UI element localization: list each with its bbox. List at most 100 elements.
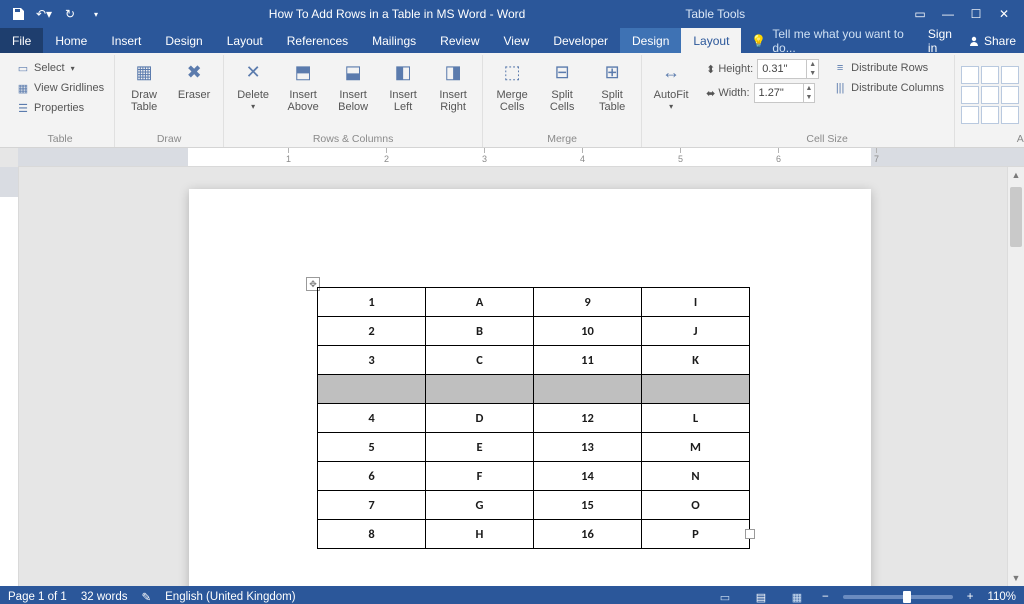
table-cell[interactable]: 13 (534, 433, 642, 462)
tab-design[interactable]: Design (153, 28, 214, 53)
table-cell[interactable]: E (426, 433, 534, 462)
align-bottom-left[interactable] (961, 106, 979, 124)
scroll-down-icon[interactable]: ▼ (1008, 570, 1024, 586)
table-cell[interactable]: F (426, 462, 534, 491)
qat-customize-icon[interactable]: ▾ (86, 4, 106, 24)
table-cell[interactable]: 3 (318, 346, 426, 375)
status-language[interactable]: English (United Kingdom) (165, 591, 295, 603)
table-cell[interactable]: L (642, 404, 750, 433)
minimize-icon[interactable]: — (940, 7, 956, 21)
tab-insert[interactable]: Insert (99, 28, 153, 53)
select-button[interactable]: ▭Select▾ (12, 59, 108, 77)
save-icon[interactable] (8, 4, 28, 24)
scrollbar-thumb[interactable] (1010, 187, 1022, 247)
table-cell[interactable]: B (426, 317, 534, 346)
tab-table-layout[interactable]: Layout (681, 28, 741, 53)
tab-file[interactable]: File (0, 28, 43, 53)
zoom-slider[interactable] (843, 595, 953, 599)
vertical-ruler[interactable] (0, 167, 19, 586)
insert-left-button[interactable]: ◧Insert Left (380, 57, 426, 115)
autofit-button[interactable]: ↔AutoFit▾ (648, 57, 694, 114)
table-cell[interactable]: A (426, 288, 534, 317)
align-top-left[interactable] (961, 66, 979, 84)
table-cell[interactable]: C (426, 346, 534, 375)
tell-me-search[interactable]: 💡 Tell me what you want to do... (741, 28, 928, 53)
table-cell[interactable] (318, 375, 426, 404)
tab-mailings[interactable]: Mailings (360, 28, 428, 53)
align-middle-right[interactable] (1001, 86, 1019, 104)
sign-in-link[interactable]: Sign in (928, 27, 958, 55)
table-cell[interactable]: D (426, 404, 534, 433)
table-row[interactable]: 7G15O (318, 491, 750, 520)
maximize-icon[interactable]: ☐ (968, 7, 984, 21)
table-cell[interactable]: 1 (318, 288, 426, 317)
table-row[interactable]: 8H16P (318, 520, 750, 549)
align-bottom-center[interactable] (981, 106, 999, 124)
distribute-columns-button[interactable]: |||Distribute Columns (829, 79, 948, 97)
tab-view[interactable]: View (492, 28, 542, 53)
table-cell[interactable]: 15 (534, 491, 642, 520)
tab-references[interactable]: References (275, 28, 360, 53)
status-page[interactable]: Page 1 of 1 (8, 591, 67, 603)
properties-button[interactable]: ☰Properties (12, 99, 108, 117)
align-middle-left[interactable] (961, 86, 979, 104)
align-bottom-right[interactable] (1001, 106, 1019, 124)
table-cell[interactable]: 8 (318, 520, 426, 549)
table-row[interactable]: 6F14N (318, 462, 750, 491)
insert-above-button[interactable]: ⬒Insert Above (280, 57, 326, 115)
horizontal-ruler[interactable]: 1234567 (18, 148, 1024, 167)
split-table-button[interactable]: ⊞Split Table (589, 57, 635, 115)
status-words[interactable]: 32 words (81, 591, 128, 603)
table-row[interactable]: 2B10J (318, 317, 750, 346)
table-cell[interactable]: 5 (318, 433, 426, 462)
spinner-arrows-icon[interactable]: ▲▼ (806, 60, 818, 78)
insert-right-button[interactable]: ◨Insert Right (430, 57, 476, 115)
table-row[interactable]: 3C11K (318, 346, 750, 375)
zoom-out-icon[interactable]: − (822, 591, 829, 603)
tab-developer[interactable]: Developer (541, 28, 620, 53)
table-cell[interactable]: 16 (534, 520, 642, 549)
print-layout-icon[interactable]: ▤ (750, 589, 772, 604)
table-cell[interactable]: K (642, 346, 750, 375)
table-cell[interactable]: 4 (318, 404, 426, 433)
table-cell[interactable]: 9 (534, 288, 642, 317)
table-resize-handle-icon[interactable] (745, 529, 755, 539)
zoom-slider-knob[interactable] (903, 591, 911, 603)
tab-home[interactable]: Home (43, 28, 99, 53)
table-cell[interactable]: N (642, 462, 750, 491)
table-cell[interactable]: 6 (318, 462, 426, 491)
tab-layout[interactable]: Layout (215, 28, 275, 53)
close-icon[interactable]: ✕ (996, 7, 1012, 21)
table-cell[interactable]: J (642, 317, 750, 346)
view-gridlines-button[interactable]: ▦View Gridlines (12, 79, 108, 97)
vertical-scrollbar[interactable]: ▲ ▼ (1007, 167, 1024, 586)
eraser-button[interactable]: ✖Eraser (171, 57, 217, 103)
table-cell[interactable] (642, 375, 750, 404)
table-cell[interactable]: 2 (318, 317, 426, 346)
row-selection-handle[interactable] (739, 379, 746, 397)
table-cell[interactable]: I (642, 288, 750, 317)
scroll-up-icon[interactable]: ▲ (1008, 167, 1024, 183)
split-cells-button[interactable]: ⊟Split Cells (539, 57, 585, 115)
table-cell[interactable]: G (426, 491, 534, 520)
table-row[interactable]: 4D12L (318, 404, 750, 433)
share-button[interactable]: Share (968, 34, 1016, 48)
table-cell[interactable]: 11 (534, 346, 642, 375)
table-cell[interactable]: 12 (534, 404, 642, 433)
table-cell[interactable] (534, 375, 642, 404)
table-cell[interactable]: 10 (534, 317, 642, 346)
align-middle-center[interactable] (981, 86, 999, 104)
draw-table-button[interactable]: ▦Draw Table (121, 57, 167, 115)
spinner-arrows-icon[interactable]: ▲▼ (803, 84, 815, 102)
proofing-icon[interactable]: ✎ (142, 590, 152, 604)
align-top-right[interactable] (1001, 66, 1019, 84)
document-canvas[interactable]: ✥ 1A9I2B10J3C11K4D12L5E13M6F14N7G15O8H16… (19, 167, 1024, 586)
tab-table-design[interactable]: Design (620, 28, 681, 53)
undo-icon[interactable]: ↶▾ (34, 4, 54, 24)
delete-button[interactable]: ✕Delete▾ (230, 57, 276, 114)
distribute-rows-button[interactable]: ≡Distribute Rows (829, 59, 948, 77)
table-cell[interactable]: O (642, 491, 750, 520)
table-row[interactable] (318, 375, 750, 404)
align-top-center[interactable] (981, 66, 999, 84)
table-cell[interactable]: P (642, 520, 750, 549)
